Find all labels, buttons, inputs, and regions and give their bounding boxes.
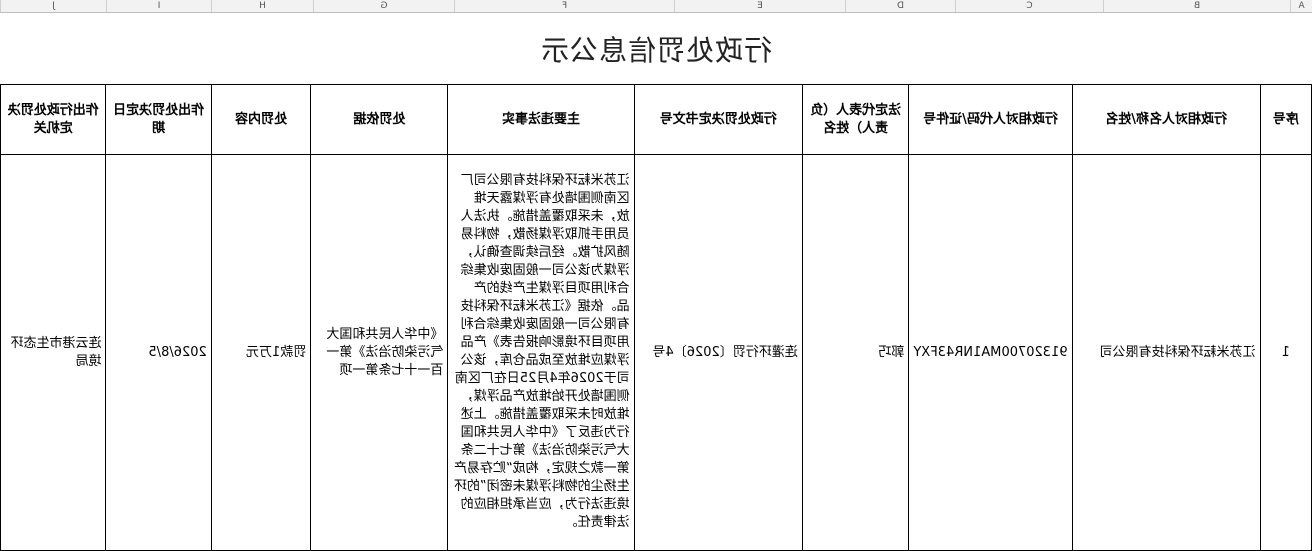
- cell-basis[interactable]: 《中华人民共和国大气污染防治法》第一百一十七条第一项: [310, 154, 448, 551]
- column-letter[interactable]: J: [0, 0, 106, 12]
- header-penalty[interactable]: 处罚内容: [211, 84, 311, 155]
- column-letter[interactable]: A: [1290, 0, 1312, 12]
- header-facts[interactable]: 主要违法事实: [447, 84, 635, 155]
- column-letter[interactable]: B: [1103, 0, 1290, 12]
- cell-seq[interactable]: 1: [1260, 154, 1312, 551]
- header-party-name[interactable]: 行政相对人名称/姓名: [1072, 84, 1261, 155]
- header-basis[interactable]: 处罚依据: [310, 84, 448, 155]
- column-letter[interactable]: I: [106, 0, 211, 12]
- column-letter[interactable]: H: [211, 0, 313, 12]
- header-row: 序号 行政相对人名称/姓名 行政相对人代码/证件号 法定代表人（负责人）姓名 行…: [0, 84, 1312, 155]
- cell-facts[interactable]: 江苏米耘环保科技有限公司厂区南侧围墙处有浮煤露天堆放，未采取覆盖措施。执法人员用…: [447, 154, 635, 551]
- column-letter[interactable]: E: [674, 0, 845, 12]
- page-title: 行政处罚信息公示: [540, 33, 773, 67]
- cell-party-name[interactable]: 江苏米耘环保科技有限公司: [1072, 154, 1261, 551]
- column-letter[interactable]: F: [454, 0, 674, 12]
- cell-legal-rep[interactable]: 郭巧: [802, 154, 909, 551]
- header-date[interactable]: 作出处罚决定日期: [106, 84, 212, 155]
- cell-penalty[interactable]: 罚款1万元: [211, 154, 311, 551]
- column-letter[interactable]: G: [313, 0, 454, 12]
- cell-date[interactable]: 2026/8/5: [106, 154, 212, 551]
- header-authority[interactable]: 作出行政处罚决定机关: [0, 84, 106, 155]
- header-seq[interactable]: 序号: [1260, 84, 1312, 155]
- column-letter[interactable]: D: [845, 0, 955, 12]
- header-party-code[interactable]: 行政相对人代码/证件号: [908, 84, 1073, 155]
- spreadsheet: A B C D E F G H I J 行政处罚信息公示 序号 行政相对人名称/…: [0, 0, 1312, 551]
- header-decision-no[interactable]: 行政处罚决定书文号: [634, 84, 803, 155]
- cell-authority[interactable]: 连云港市生态环境局: [0, 154, 106, 551]
- header-legal-rep[interactable]: 法定代表人（负责人）姓名: [802, 84, 909, 155]
- column-letter[interactable]: C: [955, 0, 1103, 12]
- column-header-bar: A B C D E F G H I J: [0, 0, 1312, 13]
- table-row: 1 江苏米耘环保科技有限公司 91320700MA1NR43FXY 郭巧 连灌环…: [0, 154, 1312, 551]
- cell-decision-no[interactable]: 连灌环行罚〔2026〕4号: [634, 154, 803, 551]
- penalty-table: 序号 行政相对人名称/姓名 行政相对人代码/证件号 法定代表人（负责人）姓名 行…: [0, 84, 1312, 551]
- cell-party-code[interactable]: 91320700MA1NR43FXY: [908, 154, 1073, 551]
